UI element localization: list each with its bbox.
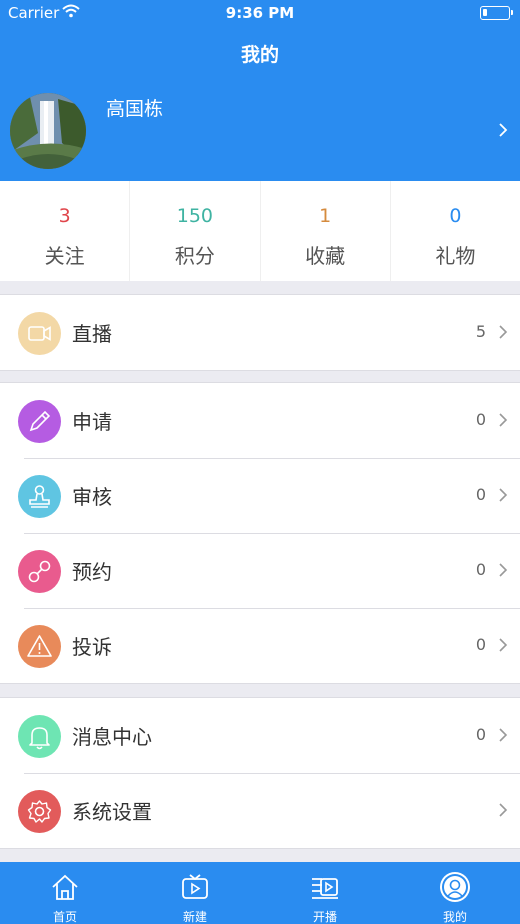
status-time: 9:36 PM: [225, 4, 295, 22]
menu-item-count: 5: [475, 322, 486, 341]
menu-item-count: 0: [475, 560, 486, 579]
menu-item-label: 申请: [72, 410, 112, 434]
menu-group-live: 直播 5: [0, 294, 520, 371]
page-title: 我的: [240, 44, 279, 66]
menu-item-live[interactable]: 直播 5: [0, 295, 520, 370]
profile-header[interactable]: 我的 高国栋: [0, 26, 520, 181]
stat-points[interactable]: 150 积分: [130, 181, 261, 281]
tab-label: 新建: [182, 910, 207, 924]
menu-item-reservation[interactable]: 预约 0: [0, 533, 520, 608]
pen-icon: [18, 400, 61, 443]
menu-group-system: 消息中心 0 系统设置: [0, 697, 520, 849]
menu-item-complaint[interactable]: 投诉 0: [0, 608, 520, 683]
tab-broadcast[interactable]: 开播: [260, 862, 390, 924]
link-icon: [18, 550, 61, 593]
battery-icon: [480, 6, 513, 20]
broadcast-icon: [312, 878, 338, 899]
video-camera-icon: [18, 312, 61, 355]
menu-item-label: 预约: [72, 560, 112, 584]
stat-value: 0: [449, 205, 462, 227]
menu-item-count: 0: [475, 635, 486, 654]
menu-item-label: 直播: [72, 322, 112, 346]
chevron-right-icon: [498, 637, 508, 657]
stat-label: 积分: [174, 244, 215, 268]
stat-gifts[interactable]: 0 礼物: [391, 181, 520, 281]
tab-new[interactable]: 新建: [130, 862, 260, 924]
stamp-icon: [18, 475, 61, 518]
menu-item-review[interactable]: 审核 0: [0, 458, 520, 533]
menu-item-count: 0: [475, 485, 486, 504]
chevron-right-icon: [498, 727, 508, 747]
stat-label: 收藏: [305, 244, 346, 268]
profile-icon: [440, 872, 470, 902]
avatar[interactable]: [10, 93, 86, 169]
stat-value: 150: [176, 205, 213, 227]
tab-label: 开播: [312, 910, 337, 924]
stats-bar: 3 关注 150 积分 1 收藏 0 礼物: [0, 181, 520, 281]
stat-label: 关注: [44, 244, 85, 268]
home-icon: [52, 874, 78, 900]
stat-favorites[interactable]: 1 收藏: [261, 181, 391, 281]
tv-play-icon: [182, 874, 208, 899]
chevron-right-icon: [498, 562, 508, 582]
tab-home[interactable]: 首页: [0, 862, 130, 924]
menu-item-label: 消息中心: [72, 725, 152, 749]
menu-item-count: 0: [475, 725, 486, 744]
menu-item-settings[interactable]: 系统设置: [0, 773, 520, 848]
chevron-right-icon: [498, 122, 508, 142]
menu-group-actions: 申请 0 审核 0 预约 0 投诉 0: [0, 382, 520, 684]
chevron-right-icon: [498, 324, 508, 344]
menu-item-label: 系统设置: [72, 800, 152, 824]
menu-item-count: 0: [475, 410, 486, 429]
status-bar: Carrier 9:36 PM: [0, 0, 520, 26]
stat-value: 3: [58, 205, 71, 227]
stat-value: 1: [319, 205, 332, 227]
menu-item-label: 投诉: [72, 635, 112, 659]
warning-icon: [18, 625, 61, 668]
tab-label: 我的: [442, 910, 467, 924]
bell-icon: [18, 715, 61, 758]
menu-item-apply[interactable]: 申请 0: [0, 383, 520, 458]
chevron-right-icon: [498, 412, 508, 432]
stat-label: 礼物: [435, 244, 476, 268]
gear-icon: [18, 790, 61, 833]
username: 高国栋: [106, 98, 164, 120]
tab-bar: 首页 新建 开播 我的: [0, 862, 520, 924]
menu-item-label: 审核: [72, 485, 112, 509]
chevron-right-icon: [498, 802, 508, 822]
chevron-right-icon: [498, 487, 508, 507]
tab-me[interactable]: 我的: [390, 862, 520, 924]
menu-item-messages[interactable]: 消息中心 0: [0, 698, 520, 773]
stat-follow[interactable]: 3 关注: [0, 181, 131, 281]
tab-label: 首页: [52, 910, 77, 924]
